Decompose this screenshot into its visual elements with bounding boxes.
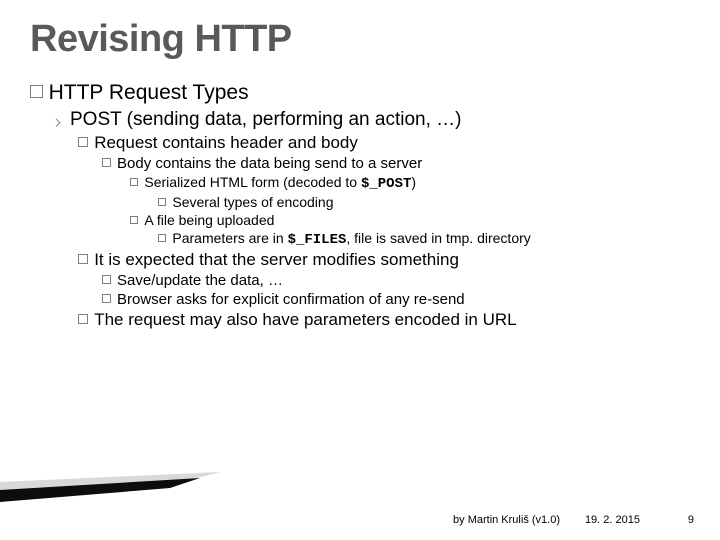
bullet-l2: POST (sending data, performing an action… [54, 109, 696, 131]
square-bullet-icon [102, 158, 111, 167]
square-bullet-icon [102, 275, 111, 284]
footer-page-number: 9 [688, 514, 694, 526]
bullet-l5: A file being uploaded [130, 212, 696, 228]
bullet-l3: Request contains header and body [78, 133, 696, 153]
bullet-l1: HTTP Request Types [30, 81, 696, 105]
code-text: $_POST [361, 176, 411, 192]
bullet-text: It is expected that the server modifies … [94, 250, 459, 269]
square-bullet-icon [78, 314, 88, 324]
bullet-text: Serialized HTML form (decoded to [144, 174, 361, 190]
square-bullet-icon [158, 198, 166, 206]
bullet-l6: Parameters are in $_FILES, file is saved… [158, 230, 696, 248]
slide-content: HTTP Request Types POST (sending data, p… [0, 61, 720, 330]
square-bullet-icon [130, 216, 138, 224]
bullet-text: The request may also have parameters enc… [94, 310, 516, 329]
bullet-l6: Several types of encoding [158, 194, 696, 210]
square-bullet-icon [30, 85, 43, 98]
bullet-text: HTTP Request Types [49, 81, 249, 104]
footer-author: by Martin Kruliš (v1.0) [453, 514, 560, 526]
square-bullet-icon [130, 178, 138, 186]
bullet-text: , file is saved in tmp. directory [346, 230, 530, 246]
square-bullet-icon [78, 254, 88, 264]
bullet-l3: It is expected that the server modifies … [78, 250, 696, 270]
code-text: $_FILES [288, 232, 347, 248]
square-bullet-icon [78, 137, 88, 147]
bullet-text: Request contains header and body [94, 133, 358, 152]
bullet-text: Body contains the data being send to a s… [117, 155, 422, 172]
square-bullet-icon [102, 294, 111, 303]
bullet-l5: Serialized HTML form (decoded to $_POST) [130, 174, 696, 192]
bullet-l4: Save/update the data, … [102, 272, 696, 289]
bullet-text: Browser asks for explicit confirmation o… [117, 291, 465, 308]
bullet-text: Several types of encoding [172, 194, 333, 210]
square-bullet-icon [158, 234, 166, 242]
footer-date: 19. 2. 2015 [585, 514, 640, 526]
accent-decoration-icon [0, 472, 220, 506]
bullet-l4: Body contains the data being send to a s… [102, 155, 696, 172]
bullet-text: A file being uploaded [144, 212, 274, 228]
bullet-text: POST (sending data, performing an action… [70, 109, 461, 130]
bullet-text: Save/update the data, … [117, 272, 283, 289]
page-title: Revising HTTP [0, 0, 720, 61]
bullet-l3: The request may also have parameters enc… [78, 310, 696, 330]
bullet-l4: Browser asks for explicit confirmation o… [102, 291, 696, 308]
bullet-text: ) [411, 174, 416, 190]
diamond-bullet-icon [52, 118, 60, 126]
bullet-text: Parameters are in [172, 230, 287, 246]
